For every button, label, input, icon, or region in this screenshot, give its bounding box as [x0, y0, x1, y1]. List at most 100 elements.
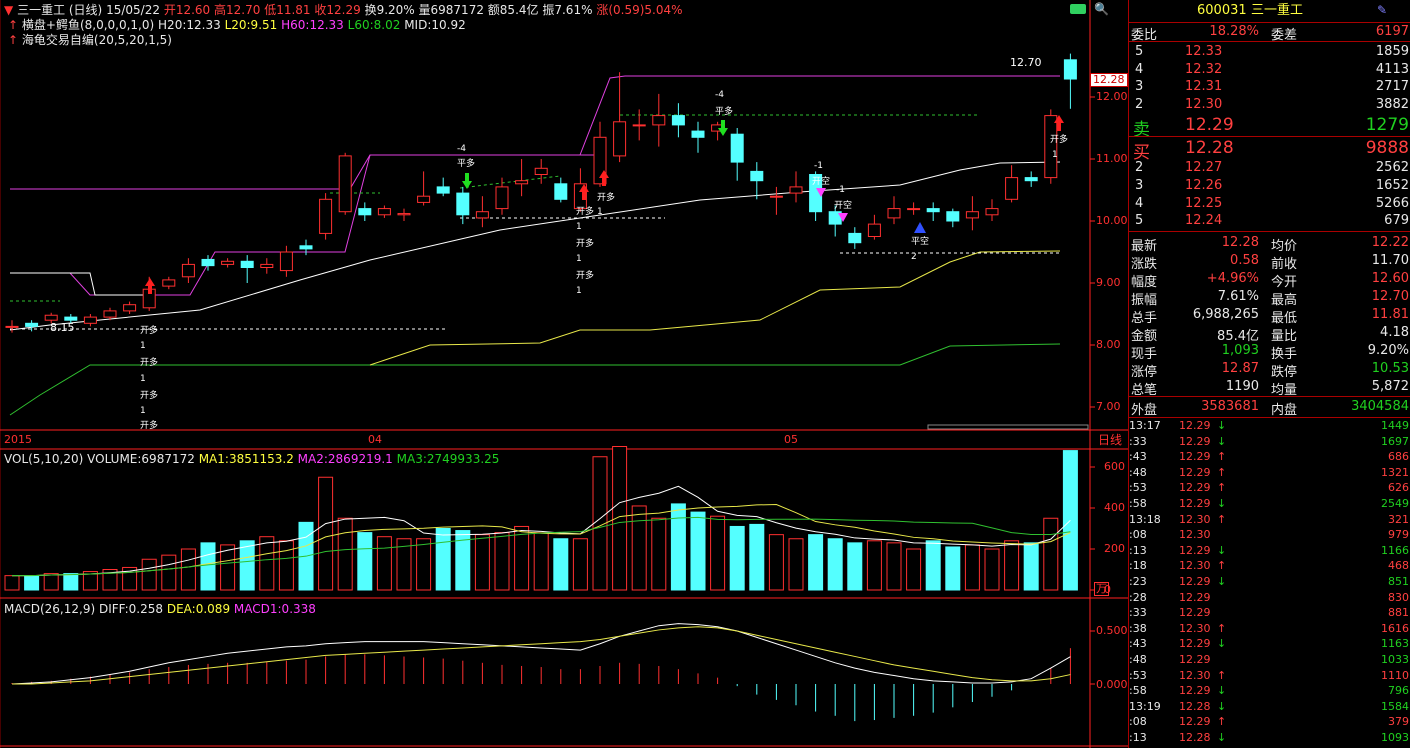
tick-row[interactable]: :58 12.29 ↓ 796: [1129, 684, 1410, 698]
period-label[interactable]: 日线: [1098, 433, 1122, 447]
scrollbar: [927, 424, 1089, 430]
buy-level-row[interactable]: 5 12.24 679: [1129, 212, 1410, 229]
tick-row[interactable]: 13:19 12.28 ↓ 1584: [1129, 700, 1410, 714]
candle-body: [83, 316, 97, 324]
stat-row[interactable]: 最新 12.28 均价 12.22: [1129, 234, 1410, 254]
candle-body: [240, 260, 254, 268]
level-vol: 1652: [1375, 177, 1409, 193]
volume-bar: [925, 540, 941, 591]
tick-down-icon: ↓: [1217, 684, 1227, 698]
volume-bar: [945, 546, 961, 591]
signal-text: 平多: [715, 105, 733, 117]
stat-row[interactable]: 金额 85.4亿 量比 4.18: [1129, 324, 1410, 344]
chart-canvas[interactable]: 12.708.15 开多1开多1开多1开多开多1开多1开多1开多1-4平多-4平多…: [0, 0, 1128, 748]
tick-time: :08: [1129, 715, 1147, 729]
tick-up-icon: ↑: [1217, 668, 1227, 682]
tick-time: :53: [1129, 481, 1147, 495]
stat-row[interactable]: 涨停 12.87 跌停 10.53: [1129, 360, 1410, 380]
vol-label[interactable]: VOL(5,10,20): [4, 452, 83, 466]
signal-text: -1: [836, 185, 845, 195]
tick-row[interactable]: :13 12.28 ↓ 1093: [1129, 731, 1410, 745]
tick-row[interactable]: :53 12.29 ↑ 626: [1129, 481, 1410, 495]
sell-arrow-icon: [462, 173, 472, 189]
candle-body: [671, 115, 685, 126]
tick-row[interactable]: :53 12.30 ↑ 1110: [1129, 669, 1410, 683]
tick-row[interactable]: :43 12.29 ↑ 686: [1129, 450, 1410, 464]
volume-bar: [690, 511, 706, 591]
buy-level-row[interactable]: 4 12.25 5266: [1129, 195, 1410, 212]
sell-level-row[interactable]: 5 12.33 1859: [1129, 43, 1410, 60]
candle-body: [534, 167, 548, 176]
macd-label[interactable]: MACD(26,12,9): [4, 602, 95, 616]
quote-settings-icon[interactable]: ✎: [1377, 3, 1387, 17]
candle-body: [417, 195, 431, 203]
neipan-label: 内盘: [1271, 403, 1298, 418]
tick-row[interactable]: :48 12.29 1033: [1129, 653, 1410, 667]
stat-row[interactable]: 现手 1,093 换手 9.20%: [1129, 342, 1410, 362]
stat-row[interactable]: 幅度 +4.96% 今开 12.60: [1129, 270, 1410, 290]
tick-up-icon: ↑: [1217, 450, 1227, 464]
buy1-row[interactable]: 买 12.28 9888: [1129, 137, 1410, 163]
tick-row[interactable]: :43 12.29 ↓ 1163: [1129, 637, 1410, 651]
buy1-price: 12.28: [1185, 138, 1234, 158]
time-label-05: 05: [784, 433, 798, 446]
tick-price: 12.29: [1179, 497, 1211, 510]
tick-row[interactable]: :18 12.30 ↑ 468: [1129, 559, 1410, 573]
level-price: 12.32: [1185, 61, 1223, 77]
tick-row[interactable]: :08 12.29 ↑ 379: [1129, 715, 1410, 729]
stat-row[interactable]: 总手 6,988,265 最低 11.81: [1129, 306, 1410, 326]
buy-level-row[interactable]: 2 12.27 2562: [1129, 159, 1410, 176]
volume-bar: [435, 528, 451, 591]
tick-price: 12.29: [1179, 481, 1211, 495]
tick-volume: 1033: [1381, 653, 1409, 666]
signal-text: 开多: [140, 419, 158, 431]
volume-bar: [631, 505, 647, 591]
tick-price: 12.30: [1179, 512, 1211, 526]
stat-value: 10.53: [1371, 361, 1409, 376]
tick-time: :33: [1129, 434, 1147, 448]
tick-row[interactable]: 13:17 12.29 ↓ 1449: [1129, 419, 1410, 433]
l60-line: [9, 343, 1061, 416]
candle-body: [377, 208, 391, 216]
sell-level-row[interactable]: 3 12.31 2717: [1129, 78, 1410, 95]
candle-body: [554, 183, 568, 200]
stat-value: 4.18: [1380, 325, 1409, 340]
signal-text: -4: [457, 144, 466, 154]
stat-row[interactable]: 总笔 1190 均量 5,872: [1129, 378, 1410, 398]
tick-row[interactable]: :23 12.29 ↓ 851: [1129, 575, 1410, 589]
cover-triangle-icon: [914, 222, 926, 233]
tick-row[interactable]: :28 12.29 830: [1129, 591, 1410, 605]
volume-bar: [1023, 542, 1039, 591]
candle-body: [456, 192, 470, 216]
candle-body: [867, 223, 881, 238]
sell1-row[interactable]: 卖 12.29 1279: [1129, 114, 1410, 140]
tick-row[interactable]: :33 12.29 881: [1129, 606, 1410, 620]
sell1-vol: 1279: [1365, 115, 1409, 135]
stat-row[interactable]: 涨跌 0.58 前收 11.70: [1129, 252, 1410, 272]
tick-row[interactable]: :48 12.29 ↑ 1321: [1129, 466, 1410, 480]
quote-panel: 600031 三一重工 ✎ 委比 18.28% 委差 6197 5 12.33 18…: [1128, 0, 1410, 748]
tick-row[interactable]: :13 12.29 ↓ 1166: [1129, 544, 1410, 558]
vol-unit[interactable]: 万: [1094, 582, 1109, 596]
level-price: 12.24: [1185, 213, 1223, 229]
volume-bar: [984, 548, 1000, 591]
sell-level-row[interactable]: 2 12.30 3882: [1129, 96, 1410, 113]
tick-row[interactable]: :38 12.30 ↑ 1616: [1129, 622, 1410, 636]
level-num: 5: [1135, 213, 1144, 229]
tick-row[interactable]: :33 12.29 ↓ 1697: [1129, 435, 1410, 449]
kline-chart-area[interactable]: ▼ 三一重工 (日线) 15/05/22 开12.60 高12.70 低11.8…: [0, 0, 1128, 748]
tick-row[interactable]: :08 12.30 979: [1129, 528, 1410, 542]
tick-price: 12.29: [1179, 637, 1211, 651]
level-price: 12.30: [1185, 96, 1223, 112]
candle-body: [181, 263, 195, 278]
sell-level-row[interactable]: 4 12.32 4113: [1129, 61, 1410, 78]
tick-volume: 830: [1388, 590, 1409, 604]
signal-text: 1: [1052, 150, 1058, 160]
tick-row[interactable]: 13:18 12.30 ↑ 321: [1129, 513, 1410, 527]
volume-bar: [259, 536, 275, 591]
tick-price: 12.28: [1179, 731, 1211, 744]
buy-level-row[interactable]: 3 12.26 1652: [1129, 177, 1410, 194]
tick-time: :23: [1129, 575, 1147, 588]
stat-row[interactable]: 振幅 7.61% 最高 12.70: [1129, 288, 1410, 308]
tick-row[interactable]: :58 12.29 ↓ 2549: [1129, 497, 1410, 511]
